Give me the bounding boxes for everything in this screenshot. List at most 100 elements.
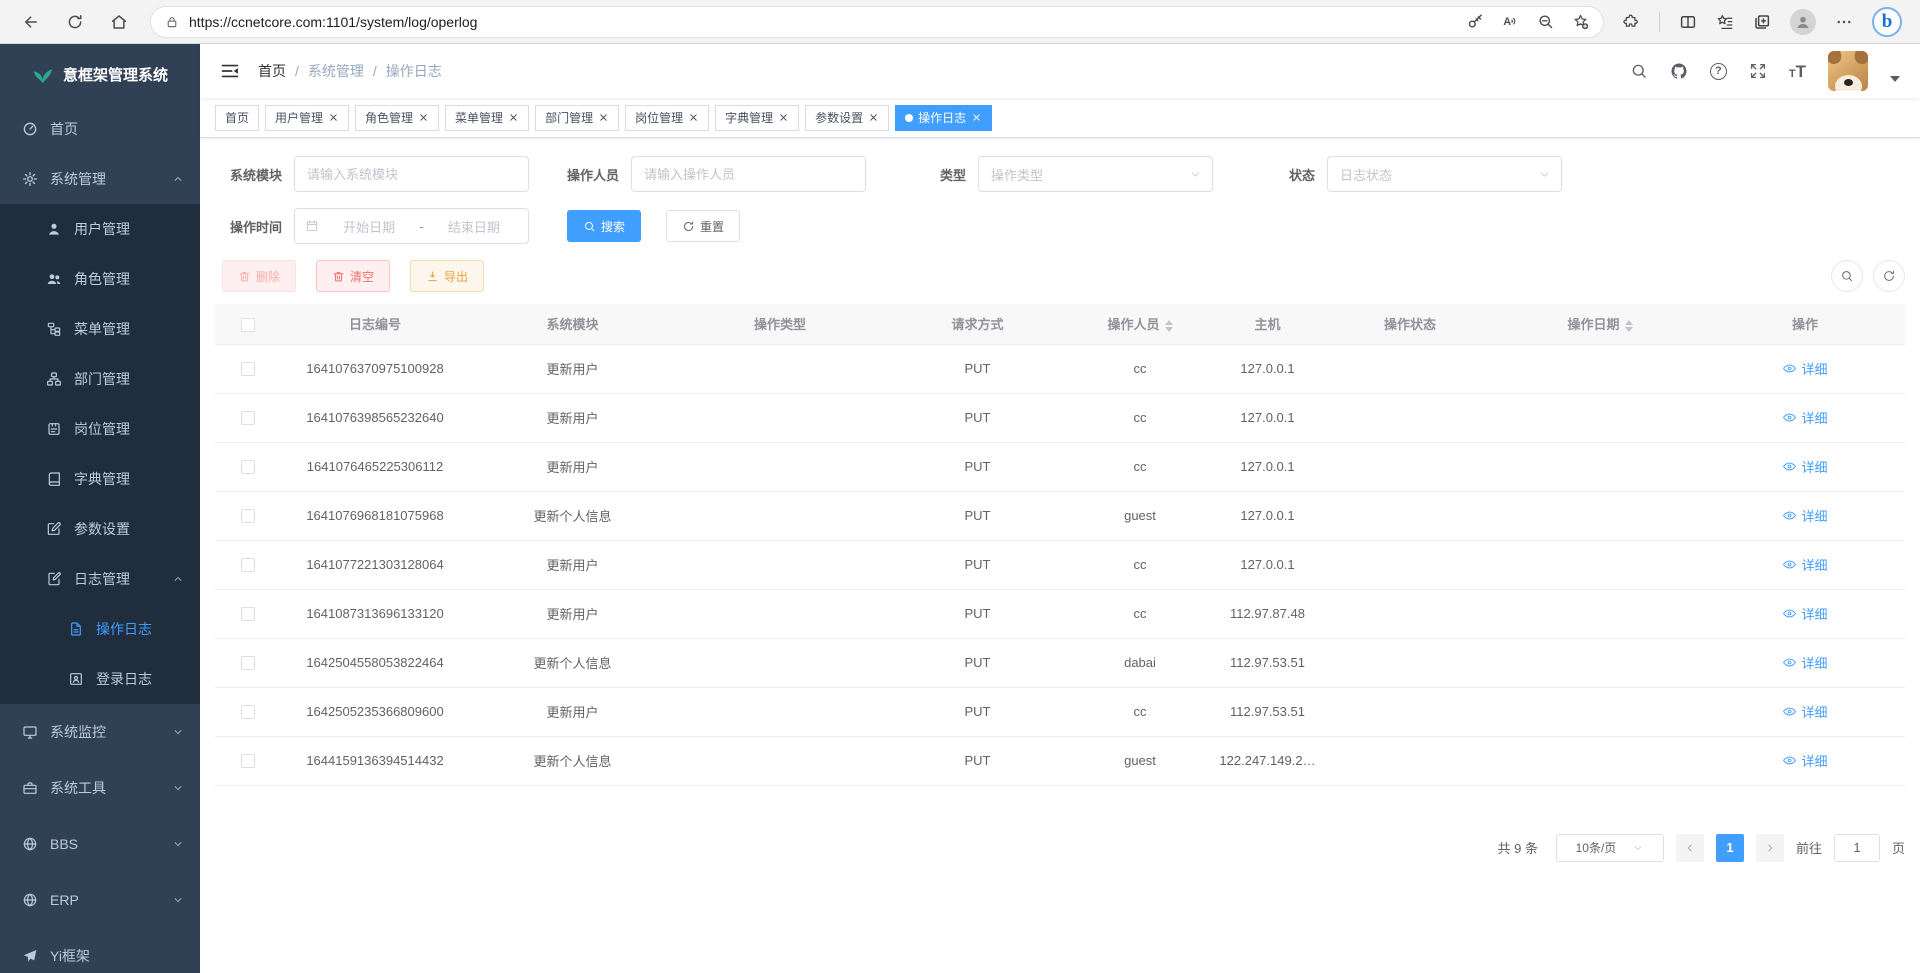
row-checkbox[interactable] (241, 509, 255, 523)
help-icon[interactable]: ? (1710, 63, 1727, 80)
close-icon[interactable] (508, 112, 519, 123)
search-button[interactable]: 搜索 (567, 210, 641, 242)
tab-post-management[interactable]: 岗位管理 (625, 105, 709, 131)
font-size-icon[interactable]: TT (1789, 63, 1806, 80)
tab-department-management[interactable]: 部门管理 (535, 105, 619, 131)
detail-link[interactable]: 详细 (1782, 506, 1827, 525)
sidebar-item-bbs[interactable]: BBS (0, 816, 200, 872)
tab-home[interactable]: 首页 (215, 105, 259, 131)
detail-link[interactable]: 详细 (1782, 555, 1827, 574)
avatar-caret-icon[interactable] (1890, 76, 1900, 82)
sidebar-item-erp[interactable]: ERP (0, 872, 200, 928)
table-row[interactable]: 1641076465225306112 更新用户 PUT cc 127.0.0.… (215, 442, 1905, 491)
date-range-input[interactable]: 开始日期 - 结束日期 (294, 208, 529, 244)
sort-icon[interactable] (1165, 320, 1173, 332)
refresh-table-button[interactable] (1873, 260, 1905, 292)
module-input[interactable] (307, 167, 516, 182)
sidebar-item-log-management[interactable]: 日志管理 (0, 554, 200, 604)
password-key-icon[interactable] (1467, 13, 1484, 30)
detail-link[interactable]: 详细 (1782, 457, 1827, 476)
export-button[interactable]: 导出 (410, 260, 484, 292)
read-aloud-icon[interactable]: A (1502, 13, 1519, 30)
column-date[interactable]: 操作日期 (1495, 304, 1705, 344)
close-icon[interactable] (778, 112, 789, 123)
close-icon[interactable] (971, 112, 982, 123)
goto-page-input[interactable] (1834, 834, 1880, 862)
github-icon[interactable] (1670, 62, 1688, 80)
sidebar-item-post-management[interactable]: 岗位管理 (0, 404, 200, 454)
table-row[interactable]: 1641076398565232640 更新用户 PUT cc 127.0.0.… (215, 393, 1905, 442)
clear-button[interactable]: 清空 (316, 260, 390, 292)
detail-link[interactable]: 详细 (1782, 702, 1827, 721)
tab-role-management[interactable]: 角色管理 (355, 105, 439, 131)
home-icon[interactable] (110, 13, 128, 31)
table-row[interactable]: 1642505235366809600 更新用户 PUT cc 112.97.5… (215, 687, 1905, 736)
collections-icon[interactable] (1753, 13, 1771, 31)
favorites-bar-icon[interactable] (1716, 13, 1734, 31)
search-icon[interactable] (1630, 62, 1648, 80)
sidebar-item-operation-log[interactable]: 操作日志 (0, 604, 200, 654)
close-icon[interactable] (418, 112, 429, 123)
prev-page-button[interactable] (1676, 834, 1704, 862)
close-icon[interactable] (598, 112, 609, 123)
sidebar-item-home[interactable]: 首页 (0, 104, 200, 154)
row-checkbox[interactable] (241, 705, 255, 719)
close-icon[interactable] (328, 112, 339, 123)
row-checkbox[interactable] (241, 460, 255, 474)
row-checkbox[interactable] (241, 656, 255, 670)
tab-user-management[interactable]: 用户管理 (265, 105, 349, 131)
tab-dictionary-management[interactable]: 字典管理 (715, 105, 799, 131)
detail-link[interactable]: 详细 (1782, 359, 1827, 378)
page-1-button[interactable]: 1 (1716, 834, 1744, 862)
row-checkbox[interactable] (241, 411, 255, 425)
delete-button[interactable]: 删除 (222, 260, 296, 292)
fullscreen-icon[interactable] (1749, 62, 1767, 80)
sidebar-item-user-management[interactable]: 用户管理 (0, 204, 200, 254)
browser-menu-icon[interactable] (1835, 13, 1853, 31)
breadcrumb-home[interactable]: 首页 (258, 61, 286, 81)
extensions-icon[interactable] (1622, 13, 1640, 31)
table-row[interactable]: 1641087313696133120 更新用户 PUT cc 112.97.8… (215, 589, 1905, 638)
sidebar-item-system-management[interactable]: 系统管理 (0, 154, 200, 204)
refresh-icon[interactable] (66, 13, 84, 31)
sidebar-item-role-management[interactable]: 角色管理 (0, 254, 200, 304)
browser-profile-avatar[interactable] (1790, 9, 1816, 35)
sidebar-item-yi-framework[interactable]: Yi框架 (0, 928, 200, 973)
zoom-out-icon[interactable] (1537, 13, 1554, 30)
close-icon[interactable] (688, 112, 699, 123)
tab-operation-log[interactable]: 操作日志 (895, 105, 992, 131)
next-page-button[interactable] (1756, 834, 1784, 862)
close-icon[interactable] (868, 112, 879, 123)
split-screen-icon[interactable] (1679, 13, 1697, 31)
user-avatar[interactable] (1828, 51, 1868, 91)
tab-menu-management[interactable]: 菜单管理 (445, 105, 529, 131)
page-size-select[interactable]: 10条/页 (1556, 834, 1664, 862)
sidebar-item-login-log[interactable]: 登录日志 (0, 654, 200, 704)
back-icon[interactable] (22, 13, 40, 31)
table-row[interactable]: 1641077221303128064 更新用户 PUT cc 127.0.0.… (215, 540, 1905, 589)
bing-chat-icon[interactable]: b (1872, 7, 1902, 37)
sidebar-item-system-monitor[interactable]: 系统监控 (0, 704, 200, 760)
detail-link[interactable]: 详细 (1782, 653, 1827, 672)
toggle-search-button[interactable] (1831, 260, 1863, 292)
select-all-checkbox[interactable] (241, 318, 255, 332)
operator-input[interactable] (644, 167, 853, 182)
row-checkbox[interactable] (241, 558, 255, 572)
table-row[interactable]: 1641076968181075968 更新个人信息 PUT guest 127… (215, 491, 1905, 540)
tab-parameter-settings[interactable]: 参数设置 (805, 105, 889, 131)
sidebar-item-parameter-settings[interactable]: 参数设置 (0, 504, 200, 554)
table-row[interactable]: 1644159136394514432 更新个人信息 PUT guest 122… (215, 736, 1905, 785)
type-select[interactable]: 操作类型 (978, 156, 1213, 192)
row-checkbox[interactable] (241, 607, 255, 621)
url-text[interactable]: https://ccnetcore.com:1101/system/log/op… (189, 14, 477, 30)
sidebar-item-department-management[interactable]: 部门管理 (0, 354, 200, 404)
table-row[interactable]: 1642504558053822464 更新个人信息 PUT dabai 112… (215, 638, 1905, 687)
detail-link[interactable]: 详细 (1782, 408, 1827, 427)
sidebar-item-system-tools[interactable]: 系统工具 (0, 760, 200, 816)
row-checkbox[interactable] (241, 362, 255, 376)
address-bar[interactable]: https://ccnetcore.com:1101/system/log/op… (150, 6, 1604, 38)
hamburger-collapse-icon[interactable] (220, 61, 240, 81)
status-select[interactable]: 日志状态 (1327, 156, 1562, 192)
sort-icon[interactable] (1625, 320, 1633, 332)
detail-link[interactable]: 详细 (1782, 604, 1827, 623)
